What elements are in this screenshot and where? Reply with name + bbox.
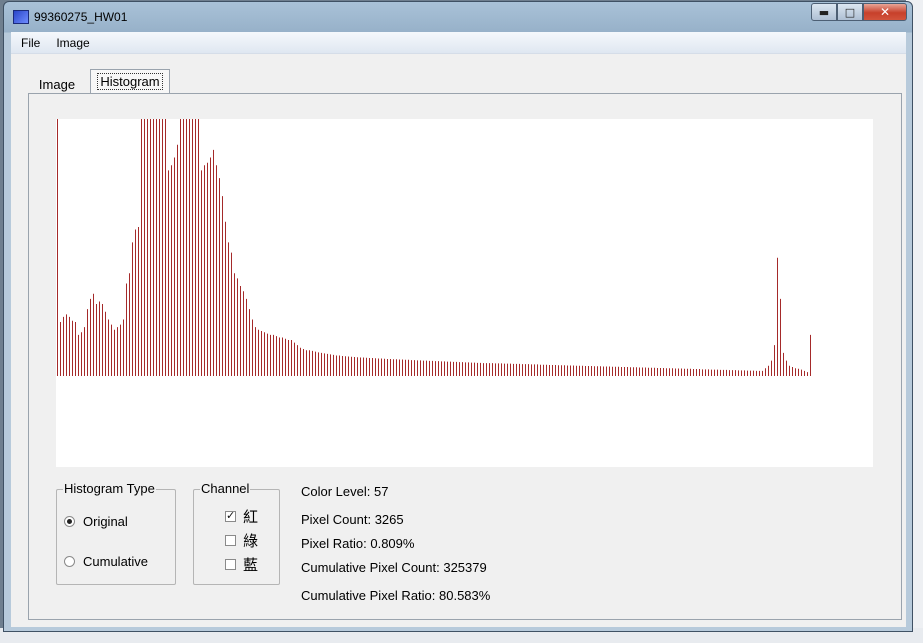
tab-histogram[interactable]: Histogram	[90, 69, 170, 93]
tab-histogram-label: Histogram	[97, 73, 163, 90]
maximize-icon: □	[844, 5, 856, 19]
radio-cumulative-indicator[interactable]	[64, 556, 75, 567]
radio-original[interactable]: Original	[64, 514, 128, 529]
menu-file[interactable]: File	[15, 36, 46, 50]
menu-image[interactable]: Image	[50, 36, 95, 50]
app-icon	[13, 10, 29, 24]
app-window: 99360275_HW01 ▬ □ ✕ File Image Histogram…	[3, 1, 913, 632]
minimize-icon: ▬	[818, 5, 830, 19]
checkbox-green-label: 綠	[243, 533, 259, 550]
radio-original-indicator[interactable]	[64, 516, 75, 527]
histogram-chart	[57, 119, 811, 376]
checkbox-blue[interactable]: 藍	[225, 554, 258, 575]
close-icon: ✕	[879, 5, 891, 19]
checkbox-green-box[interactable]	[225, 535, 236, 546]
cumulative-count-text: Cumulative Pixel Count: 325379	[301, 560, 487, 575]
maximize-button[interactable]: □	[837, 3, 863, 21]
pixel-ratio-text: Pixel Ratio: 0.809%	[301, 536, 415, 551]
checkbox-blue-label: 藍	[243, 557, 259, 574]
tab-image-label: Image	[38, 76, 76, 92]
checkbox-blue-box[interactable]	[225, 559, 236, 570]
window-controls: ▬ □ ✕	[811, 3, 907, 21]
menu-bar: File Image	[11, 32, 906, 54]
channel-title: Channel	[200, 481, 251, 496]
checkbox-red[interactable]: ✓ 紅	[225, 506, 258, 527]
title-bar[interactable]: 99360275_HW01 ▬ □ ✕	[4, 2, 912, 32]
channel-group: Channel ✓ 紅 綠 藍	[193, 481, 280, 585]
histogram-tab-panel: Histogram Type Original Cumulative Chann…	[28, 93, 902, 620]
tab-image[interactable]: Image	[31, 73, 83, 95]
histogram-type-group: Histogram Type Original Cumulative	[56, 481, 176, 585]
cumulative-ratio-text: Cumulative Pixel Ratio: 80.583%	[301, 588, 491, 603]
radio-cumulative-label: Cumulative	[83, 554, 149, 569]
histogram-type-title: Histogram Type	[63, 481, 156, 496]
checkbox-green[interactable]: 綠	[225, 530, 258, 551]
histogram-canvas[interactable]	[56, 119, 873, 467]
radio-original-label: Original	[83, 514, 128, 529]
minimize-button[interactable]: ▬	[811, 3, 837, 21]
checkbox-red-label: 紅	[243, 509, 259, 526]
checkbox-red-box[interactable]: ✓	[225, 511, 236, 522]
radio-cumulative[interactable]: Cumulative	[64, 554, 148, 569]
color-level-text: Color Level: 57	[301, 484, 389, 499]
pixel-count-text: Pixel Count: 3265	[301, 512, 404, 527]
client-area: File Image Histogram Type Original Cumul…	[11, 32, 906, 627]
close-button[interactable]: ✕	[863, 3, 907, 21]
window-title: 99360275_HW01	[34, 10, 128, 24]
